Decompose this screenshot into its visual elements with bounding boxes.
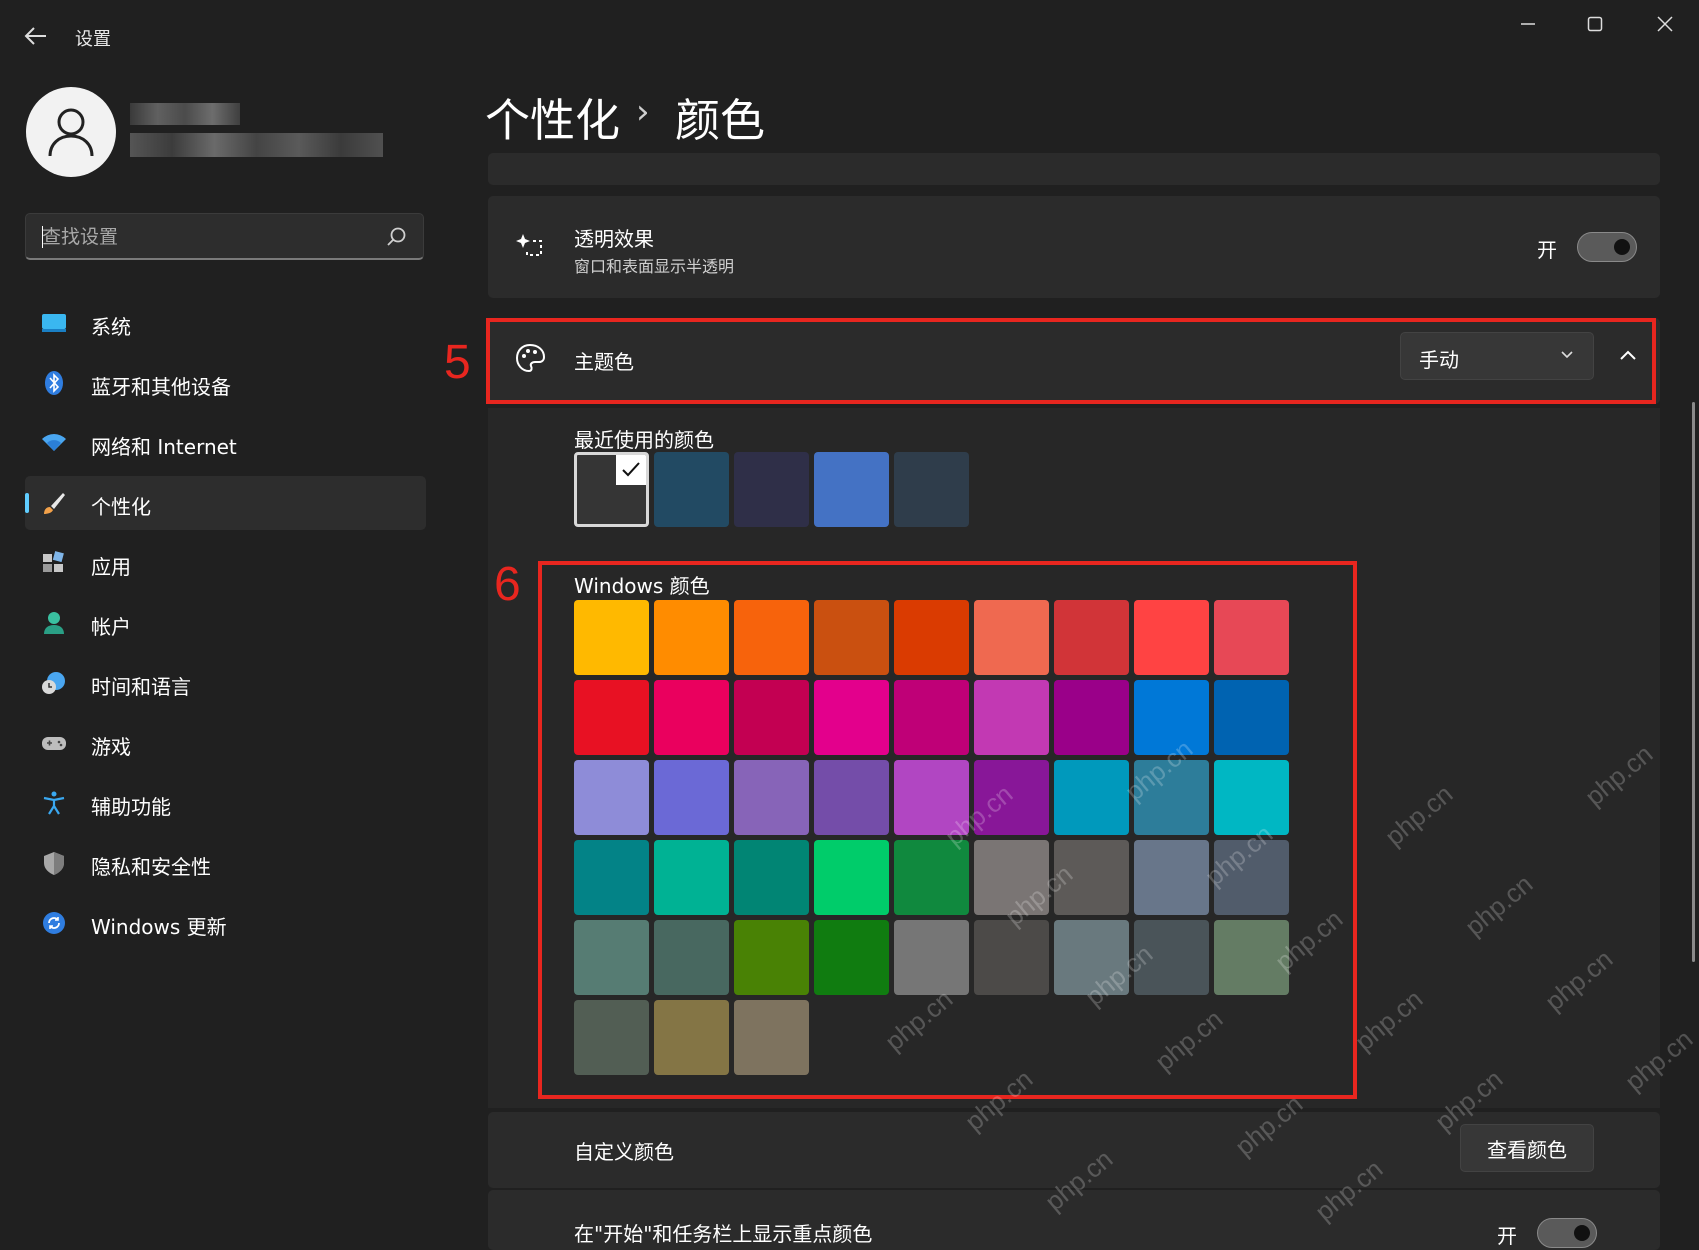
sidebar-item-label: 隐私和安全性 bbox=[91, 855, 211, 879]
transparency-setting-row: 透明效果 窗口和表面显示半透明 开 bbox=[488, 196, 1660, 298]
close-icon bbox=[1657, 16, 1673, 32]
maximize-button[interactable] bbox=[1575, 10, 1615, 38]
apps-icon bbox=[43, 551, 64, 572]
breadcrumb-parent[interactable]: 个性化 bbox=[485, 84, 620, 149]
text-caret bbox=[42, 226, 43, 248]
checkmark-icon bbox=[622, 462, 640, 477]
account-icon bbox=[44, 612, 64, 634]
sidebar-item-gaming[interactable]: 游戏 bbox=[25, 716, 426, 770]
transparency-title: 透明效果 bbox=[574, 227, 654, 251]
sidebar-nav: 系统 蓝牙和其他设备 网络和 Internet 个性化 应用 帐户 时间和语言 … bbox=[25, 296, 426, 956]
time-language-icon bbox=[42, 672, 65, 694]
recent-colors-list bbox=[574, 452, 974, 527]
sidebar-item-label: 系统 bbox=[91, 315, 131, 339]
search-box[interactable] bbox=[25, 213, 424, 260]
recent-colors-label: 最近使用的颜色 bbox=[574, 428, 714, 452]
sidebar-item-label: 蓝牙和其他设备 bbox=[91, 375, 231, 399]
close-button[interactable] bbox=[1645, 10, 1685, 38]
sidebar-item-personalization[interactable]: 个性化 bbox=[25, 476, 426, 530]
sidebar-item-label: 应用 bbox=[91, 555, 131, 579]
minimize-icon bbox=[1521, 23, 1535, 25]
recent-color-swatch[interactable] bbox=[734, 452, 809, 527]
selection-indicator bbox=[25, 493, 29, 513]
brush-icon bbox=[44, 493, 65, 514]
sidebar-item-windows-update[interactable]: Windows 更新 bbox=[25, 896, 426, 950]
gamepad-icon bbox=[42, 737, 66, 750]
system-icon bbox=[42, 314, 66, 332]
sidebar-item-time-language[interactable]: 时间和语言 bbox=[25, 656, 426, 710]
annotation-box-5 bbox=[486, 318, 1656, 404]
update-icon bbox=[43, 912, 65, 934]
transparency-subtitle: 窗口和表面显示半透明 bbox=[574, 257, 735, 276]
bluetooth-icon bbox=[45, 371, 63, 395]
user-icon bbox=[48, 108, 94, 157]
sidebar-item-label: 个性化 bbox=[91, 495, 151, 519]
sidebar-item-accessibility[interactable]: 辅助功能 bbox=[25, 776, 426, 830]
recent-color-swatch[interactable] bbox=[814, 452, 889, 527]
recent-color-swatch[interactable] bbox=[654, 452, 729, 527]
avatar[interactable] bbox=[26, 87, 116, 177]
transparency-sparkle-icon bbox=[516, 234, 542, 256]
sidebar-item-label: 网络和 Internet bbox=[91, 435, 237, 459]
sidebar-item-label: 游戏 bbox=[91, 735, 131, 759]
recent-color-swatch[interactable] bbox=[894, 452, 969, 527]
shield-icon bbox=[44, 852, 64, 875]
sidebar-item-label: 辅助功能 bbox=[91, 795, 171, 819]
user-email-redacted bbox=[130, 133, 383, 157]
transparency-toggle[interactable] bbox=[1577, 232, 1637, 262]
start-taskbar-state-label: 开 bbox=[1497, 1224, 1517, 1248]
sidebar-item-label: 帐户 bbox=[91, 615, 131, 639]
custom-colors-title: 自定义颜色 bbox=[574, 1140, 674, 1164]
minimize-button[interactable] bbox=[1508, 10, 1548, 38]
transparency-state-label: 开 bbox=[1537, 238, 1557, 262]
search-input[interactable] bbox=[40, 214, 384, 260]
card-scrolled-off bbox=[488, 153, 1660, 185]
sidebar-item-label: Windows 更新 bbox=[91, 915, 227, 939]
sidebar-item-privacy[interactable]: 隐私和安全性 bbox=[25, 836, 426, 890]
toggle-knob bbox=[1614, 239, 1630, 255]
annotation-label-5: 5 bbox=[444, 336, 471, 389]
sidebar-item-network[interactable]: 网络和 Internet bbox=[25, 416, 426, 470]
wifi-icon bbox=[42, 434, 66, 451]
sidebar-item-system[interactable]: 系统 bbox=[25, 296, 426, 350]
view-colors-button[interactable]: 查看颜色 bbox=[1460, 1124, 1594, 1172]
search-icon[interactable] bbox=[385, 226, 407, 248]
sidebar-item-apps[interactable]: 应用 bbox=[25, 536, 426, 590]
selected-corner bbox=[616, 455, 646, 485]
back-arrow-icon bbox=[24, 27, 46, 45]
app-title: 设置 bbox=[75, 29, 111, 50]
start-taskbar-title: 在"开始"和任务栏上显示重点颜色 bbox=[574, 1222, 873, 1246]
start-taskbar-toggle[interactable] bbox=[1537, 1218, 1597, 1248]
back-button[interactable] bbox=[22, 22, 50, 50]
recent-color-swatch-selected[interactable] bbox=[574, 452, 649, 527]
sidebar-item-label: 时间和语言 bbox=[91, 675, 191, 699]
sidebar-item-bluetooth[interactable]: 蓝牙和其他设备 bbox=[25, 356, 426, 410]
accessibility-icon bbox=[43, 791, 65, 815]
annotation-label-6: 6 bbox=[494, 558, 521, 611]
scrollbar-thumb[interactable] bbox=[1692, 402, 1695, 962]
maximize-icon bbox=[1587, 16, 1603, 32]
user-name-redacted bbox=[130, 103, 240, 125]
breadcrumb-separator: › bbox=[636, 92, 650, 132]
page-title: 颜色 bbox=[675, 94, 766, 147]
sidebar-item-accounts[interactable]: 帐户 bbox=[25, 596, 426, 650]
